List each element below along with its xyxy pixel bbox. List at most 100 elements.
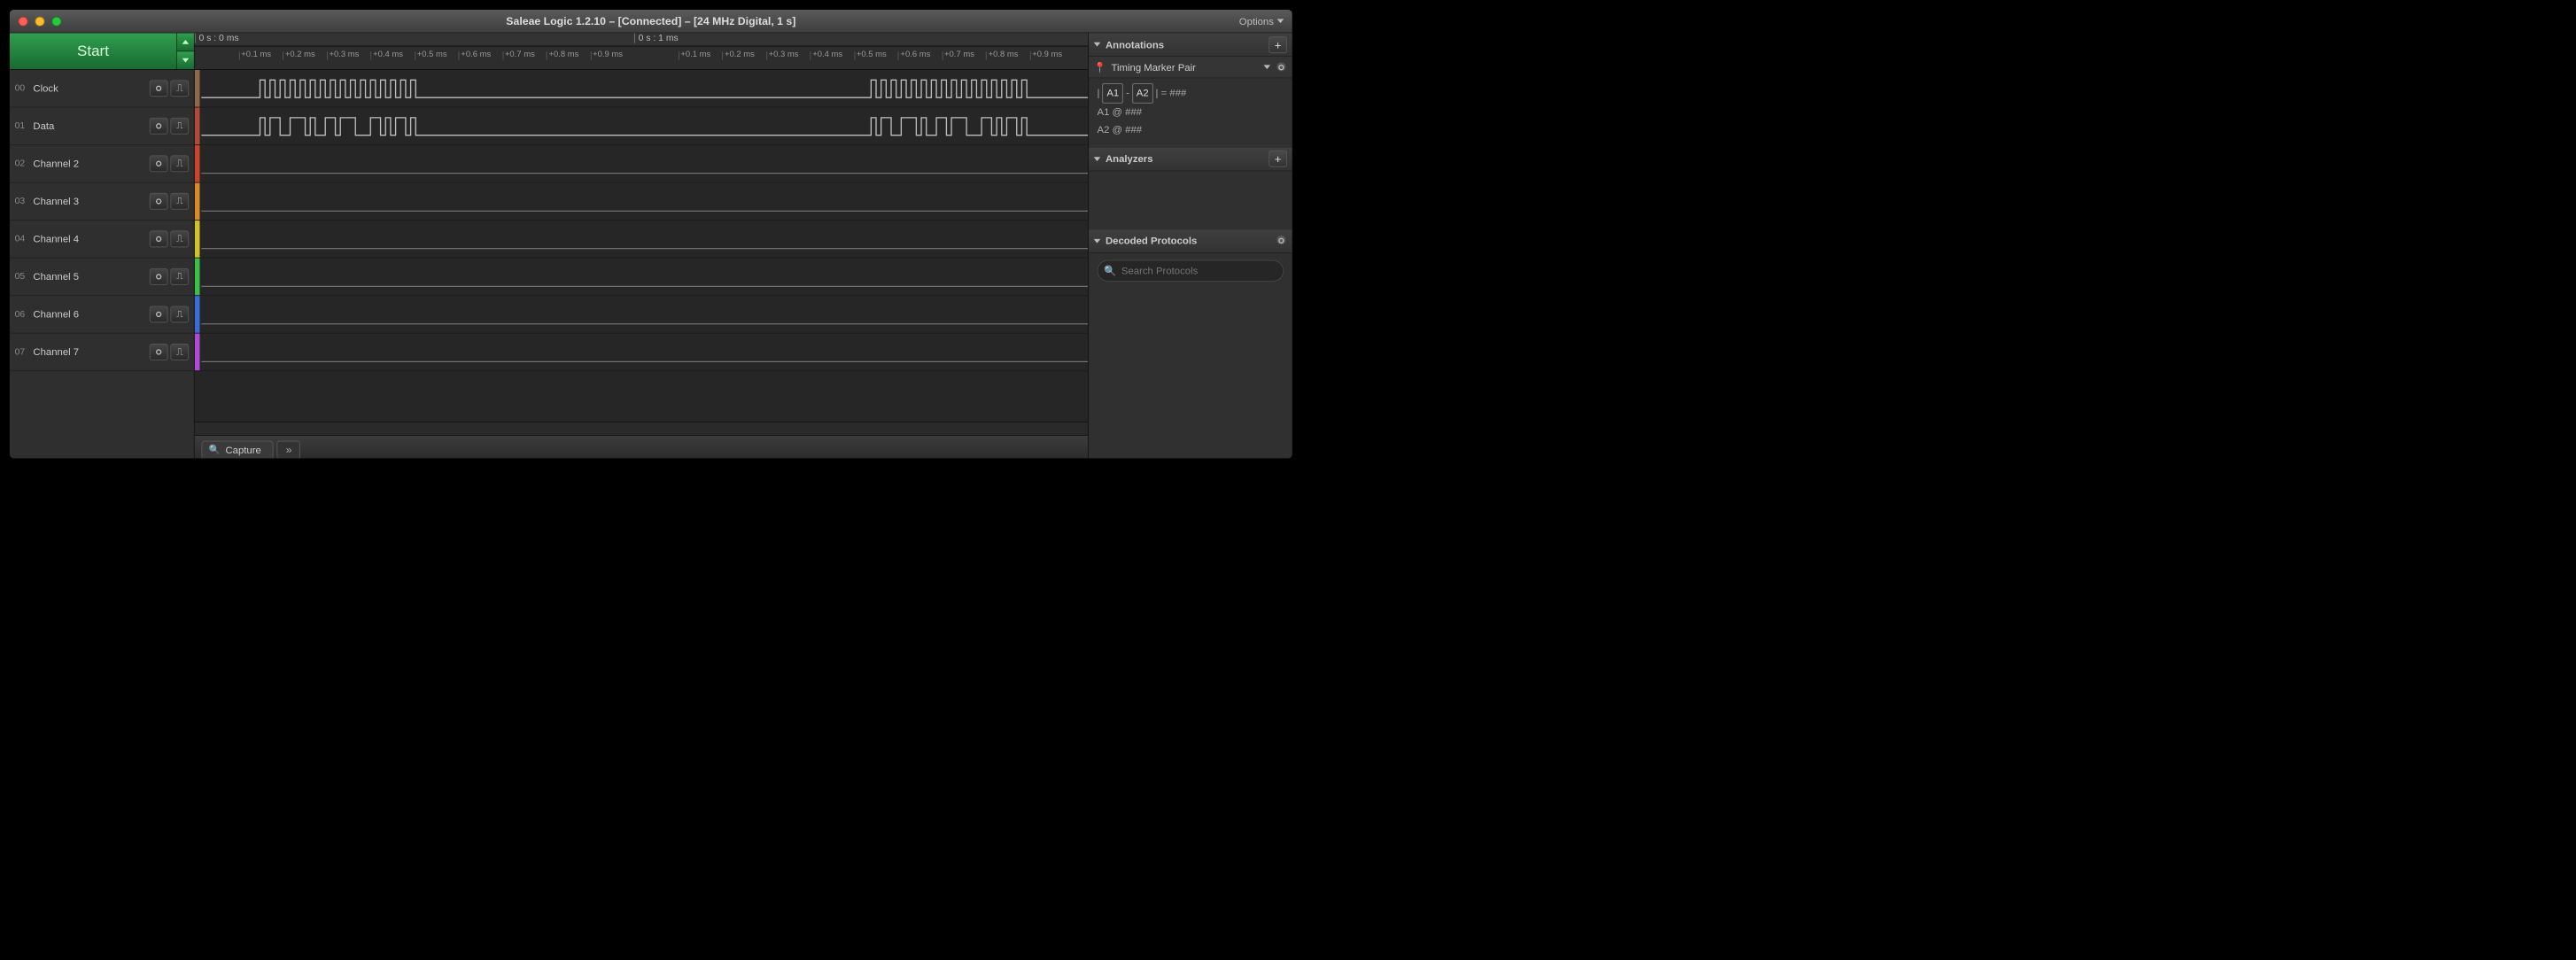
channel-settings-button[interactable] bbox=[150, 344, 168, 360]
marker-icon: 📍 bbox=[1094, 61, 1106, 73]
ruler-tick: +0.6 ms bbox=[458, 51, 459, 59]
waveform-row-05 bbox=[195, 259, 1088, 297]
channel-trigger-button[interactable]: ⎍ bbox=[170, 344, 189, 360]
annotations-header[interactable]: Annotations + bbox=[1089, 33, 1292, 56]
ruler-tick: +0.3 ms bbox=[766, 51, 767, 59]
waveform-trace bbox=[201, 108, 1088, 146]
channel-settings-button[interactable] bbox=[150, 155, 168, 172]
channel-trigger-button[interactable]: ⎍ bbox=[170, 268, 189, 285]
ruler-tick: +0.2 ms bbox=[722, 51, 723, 59]
triangle-up-icon bbox=[182, 40, 190, 44]
channel-name[interactable]: Data bbox=[33, 120, 147, 132]
waveform-baseline bbox=[201, 173, 1088, 174]
waveform-baseline bbox=[201, 286, 1088, 287]
ruler-minor-label: +0.4 ms bbox=[373, 50, 403, 58]
waveform-baseline bbox=[201, 323, 1088, 324]
footer-bar: 🔍 Capture » bbox=[195, 435, 1088, 458]
channel-settings-button[interactable] bbox=[150, 193, 168, 210]
ruler-minor-label: +0.4 ms bbox=[812, 50, 842, 58]
horizontal-scrollbar[interactable] bbox=[195, 422, 1088, 435]
channel-settings-button[interactable] bbox=[150, 230, 168, 247]
channel-settings-button[interactable] bbox=[150, 306, 168, 322]
chevron-down-icon bbox=[1264, 65, 1271, 69]
channel-name[interactable]: Channel 3 bbox=[33, 196, 147, 207]
ruler-tick: +0.9 ms bbox=[1029, 51, 1030, 59]
channel-trigger-button[interactable]: ⎍ bbox=[170, 306, 189, 322]
app-window: Saleae Logic 1.2.10 – [Connected] – [24 … bbox=[9, 9, 1293, 459]
waveform-baseline bbox=[201, 248, 1088, 249]
ruler-minor-label: +0.3 ms bbox=[769, 50, 799, 58]
channel-name[interactable]: Channel 6 bbox=[33, 308, 147, 320]
ruler-minor-label: +0.3 ms bbox=[329, 50, 359, 58]
channel-name[interactable]: Clock bbox=[33, 82, 147, 94]
start-stepper-up[interactable] bbox=[177, 33, 194, 50]
channel-trigger-button[interactable]: ⎍ bbox=[170, 155, 189, 172]
channel-trigger-button[interactable]: ⎍ bbox=[170, 80, 189, 97]
channel-settings-button[interactable] bbox=[150, 268, 168, 285]
ruler-minor-label: +0.9 ms bbox=[593, 50, 623, 58]
ruler-minor-label: +0.1 ms bbox=[680, 50, 710, 58]
start-button-label: Start bbox=[77, 43, 109, 60]
options-label: Options bbox=[1239, 15, 1274, 27]
search-protocols-input[interactable] bbox=[1098, 259, 1284, 282]
options-menu[interactable]: Options bbox=[1239, 15, 1284, 27]
ruler-tick: +0.8 ms bbox=[986, 51, 987, 59]
timing-marker-header[interactable]: 📍 Timing Marker Pair bbox=[1089, 57, 1292, 79]
channel-index: 05 bbox=[15, 272, 34, 282]
channel-name[interactable]: Channel 7 bbox=[33, 346, 147, 358]
marker-a1[interactable]: A1 bbox=[1103, 83, 1123, 103]
channel-trigger-button[interactable]: ⎍ bbox=[170, 193, 189, 210]
magnifier-icon: 🔍 bbox=[209, 444, 221, 454]
close-window-button[interactable] bbox=[18, 16, 27, 26]
right-sidebar: Annotations + 📍 Timing Marker Pair | A1 … bbox=[1088, 33, 1292, 458]
channel-color-strip bbox=[195, 183, 200, 221]
channel-color-strip bbox=[195, 108, 200, 145]
channel-settings-button[interactable] bbox=[150, 118, 168, 135]
channel-index: 00 bbox=[15, 83, 34, 93]
ruler-tick: +0.1 ms bbox=[238, 51, 239, 59]
channel-name[interactable]: Channel 4 bbox=[33, 233, 147, 244]
ruler-minor-label: +0.1 ms bbox=[241, 50, 271, 58]
channel-index: 07 bbox=[15, 347, 34, 357]
marker-a2-value: A2 @ ### bbox=[1098, 121, 1284, 139]
channel-name[interactable]: Channel 2 bbox=[33, 158, 147, 169]
time-ruler-minor: +0.1 ms +0.2 ms +0.3 ms +0.4 ms +0.5 ms +0.6 … bbox=[195, 47, 1088, 70]
titlebar: Saleae Logic 1.2.10 – [Connected] – [24 … bbox=[10, 10, 1292, 33]
chevron-down-icon bbox=[1094, 43, 1101, 47]
channel-color-strip bbox=[195, 296, 200, 333]
waveform-row-06 bbox=[195, 296, 1088, 334]
decoded-header[interactable]: Decoded Protocols bbox=[1089, 229, 1292, 252]
channel-index: 03 bbox=[15, 197, 34, 206]
channel-name[interactable]: Channel 5 bbox=[33, 271, 147, 283]
analyzers-title: Analyzers bbox=[1106, 153, 1269, 165]
add-annotation-button[interactable]: + bbox=[1269, 36, 1287, 53]
zoom-window-button[interactable] bbox=[51, 16, 61, 26]
gear-icon[interactable] bbox=[1276, 61, 1287, 73]
start-stepper-down[interactable] bbox=[177, 50, 194, 69]
ruler-minor-label: +0.5 ms bbox=[857, 50, 887, 58]
tab-overflow-button[interactable]: » bbox=[277, 440, 300, 459]
time-ruler-major: 0 s : 0 ms0 s : 1 ms bbox=[195, 33, 1088, 46]
ruler-tick: +0.7 ms bbox=[942, 51, 943, 59]
gear-icon[interactable] bbox=[1276, 235, 1287, 246]
add-analyzer-button[interactable]: + bbox=[1269, 151, 1287, 167]
waveform-area[interactable] bbox=[195, 70, 1088, 422]
analyzers-header[interactable]: Analyzers + bbox=[1089, 148, 1292, 171]
channel-trigger-button[interactable]: ⎍ bbox=[170, 230, 189, 247]
waveform-baseline bbox=[201, 211, 1088, 212]
annotations-body: | A1 - A2 | = ### A1 @ ### A2 @ ### bbox=[1089, 78, 1292, 147]
channel-settings-button[interactable] bbox=[150, 80, 168, 97]
waveform-row-03 bbox=[195, 183, 1088, 221]
start-button[interactable]: Start bbox=[10, 33, 177, 69]
ruler-minor-label: +0.8 ms bbox=[989, 50, 1019, 58]
waveform-view[interactable]: 0 s : 0 ms0 s : 1 ms +0.1 ms +0.2 ms +0.3 … bbox=[195, 33, 1088, 458]
channel-row-01: 01Data⎍ bbox=[10, 108, 194, 146]
minimize-window-button[interactable] bbox=[35, 16, 44, 26]
channel-color-strip bbox=[195, 145, 200, 182]
channel-trigger-button[interactable]: ⎍ bbox=[170, 118, 189, 135]
marker-a2[interactable]: A2 bbox=[1132, 83, 1152, 103]
ruler-minor-label: +0.6 ms bbox=[461, 50, 491, 58]
channel-index: 02 bbox=[15, 159, 34, 168]
capture-tab[interactable]: 🔍 Capture bbox=[201, 440, 274, 459]
marker-a1-value: A1 @ ### bbox=[1098, 103, 1284, 120]
